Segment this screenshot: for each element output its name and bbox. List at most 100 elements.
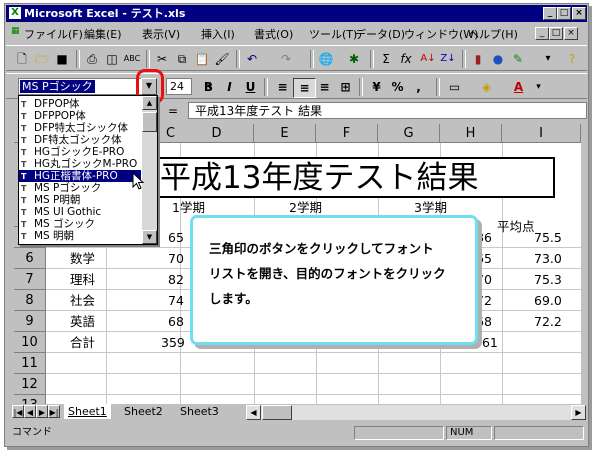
sort-ascending-icon[interactable]: A↓ xyxy=(418,50,438,68)
menu-data[interactable]: データ(D) xyxy=(355,26,405,42)
scroll-up-icon[interactable]: ▲ xyxy=(142,96,157,110)
menu-file[interactable]: ファイル(F) xyxy=(24,26,83,42)
font-size-box[interactable]: 24 xyxy=(166,78,192,95)
row-header-10[interactable]: 10 xyxy=(14,332,46,353)
tab-sheet3[interactable]: Sheet3 xyxy=(176,404,223,419)
font-option[interactable]: T DF特太ゴシック体 xyxy=(19,134,141,146)
merge-center-icon[interactable]: ⊞ xyxy=(335,78,356,96)
row-header-6[interactable]: 6 xyxy=(14,248,46,269)
menu-insert[interactable]: 挿入(I) xyxy=(201,26,235,42)
borders-icon[interactable]: ▭ xyxy=(444,78,465,96)
bold-button[interactable]: B xyxy=(198,78,219,96)
font-option[interactable]: T MS Pゴシック xyxy=(19,182,141,194)
undo-icon[interactable]: ↶ xyxy=(242,50,262,68)
underline-button[interactable]: U xyxy=(240,78,261,96)
font-name-box[interactable]: MS Pゴシック xyxy=(18,78,141,95)
tab-sheet2[interactable]: Sheet2 xyxy=(120,404,167,419)
copy-icon[interactable]: ⧉ xyxy=(172,50,192,68)
column-header-f[interactable]: F xyxy=(316,124,378,143)
cut-icon[interactable]: ✂ xyxy=(152,50,172,68)
currency-icon[interactable]: ¥ xyxy=(366,78,387,96)
horizontal-scrollbar[interactable]: ◀ ▶ xyxy=(246,405,586,420)
spellcheck-icon[interactable]: ABC xyxy=(122,50,142,68)
font-option-selected[interactable]: T HG正楷書体-PRO xyxy=(19,170,141,182)
comma-button[interactable]: , xyxy=(408,78,429,96)
zoom-select[interactable]: ▾ xyxy=(538,50,558,68)
percent-button[interactable]: % xyxy=(387,78,408,96)
doc-minimize-button[interactable]: _ xyxy=(535,27,549,40)
font-option[interactable]: T DFPPOP体 xyxy=(19,110,141,122)
excel-app-icon[interactable]: X xyxy=(9,7,21,19)
drawing-icon[interactable]: ✎ xyxy=(508,50,528,68)
italic-button[interactable]: I xyxy=(219,78,240,96)
column-header-e[interactable]: E xyxy=(254,124,316,143)
align-center-icon[interactable]: ≡ xyxy=(293,78,316,98)
menu-edit[interactable]: 編集(E) xyxy=(84,26,122,42)
row-header-11[interactable]: 11 xyxy=(14,353,46,374)
align-left-icon[interactable]: ≡ xyxy=(272,78,293,96)
font-dropdown-list[interactable]: T DFPOP体 T DFPPOP体 T DFP特太ゴシック体 T DF特太ゴシック体 … xyxy=(18,95,158,245)
row-header-9[interactable]: 9 xyxy=(14,311,46,332)
font-option[interactable]: T MS ゴシック xyxy=(19,218,141,230)
format-painter-icon[interactable]: 🖌 xyxy=(212,50,232,68)
tab-sheet1[interactable]: Sheet1 xyxy=(64,404,111,419)
map-icon[interactable]: ● xyxy=(488,50,508,68)
web-toolbar-icon[interactable]: ✱ xyxy=(344,50,364,68)
hyperlink-icon[interactable]: 🌐 xyxy=(316,50,336,68)
doc-icon[interactable]: ▦ xyxy=(11,26,20,36)
font-list-scrollbar[interactable]: ▲ ▼ xyxy=(142,96,157,244)
function-icon[interactable]: fx xyxy=(396,50,416,68)
office-assistant-icon[interactable]: ? xyxy=(562,50,582,68)
sheet-title-cell[interactable]: 平成13年度テスト結果 xyxy=(148,157,555,198)
font-option[interactable]: T MS UI Gothic xyxy=(19,206,141,218)
paste-icon[interactable]: 📋 xyxy=(192,50,212,68)
fill-color-icon[interactable]: ◈ xyxy=(476,78,497,96)
save-icon[interactable]: ■ xyxy=(52,50,72,68)
next-sheet-icon[interactable]: ▶ xyxy=(36,405,48,418)
sort-descending-icon[interactable]: Z↓ xyxy=(438,50,458,68)
scroll-right-icon[interactable]: ▶ xyxy=(571,405,586,420)
scroll-down-icon[interactable]: ▼ xyxy=(142,230,157,244)
row-header-13[interactable]: 13 xyxy=(14,395,46,404)
autosum-icon[interactable]: Σ xyxy=(376,50,396,68)
new-file-icon[interactable]: 🗋 xyxy=(12,50,32,68)
align-right-icon[interactable]: ≡ xyxy=(314,78,335,96)
redo-icon[interactable]: ↷ xyxy=(276,50,296,68)
row-header-12[interactable]: 12 xyxy=(14,374,46,395)
chart-wizard-icon[interactable]: ▮ xyxy=(468,50,488,68)
first-sheet-icon[interactable]: |◀ xyxy=(12,405,24,418)
print-preview-icon[interactable]: ◫ xyxy=(102,50,122,68)
h-scroll-thumb[interactable] xyxy=(262,405,292,420)
last-sheet-icon[interactable]: ▶| xyxy=(48,405,60,418)
font-color-icon[interactable]: A xyxy=(508,78,529,96)
scroll-thumb[interactable] xyxy=(142,112,157,132)
menu-view[interactable]: 表示(V) xyxy=(142,26,180,42)
font-option[interactable]: T DFPOP体 xyxy=(19,98,141,110)
row-header-7[interactable]: 7 xyxy=(14,269,46,290)
font-option[interactable]: T MS P明朝 xyxy=(19,194,141,206)
doc-close-button[interactable]: × xyxy=(564,27,578,40)
print-icon[interactable]: ⎙ xyxy=(82,50,102,68)
menu-help[interactable]: ヘルプ(H) xyxy=(468,26,518,42)
formula-input[interactable]: 平成13年度テスト 結果 xyxy=(188,102,587,119)
prev-sheet-icon[interactable]: ◀ xyxy=(24,405,36,418)
column-header-h[interactable]: H xyxy=(440,124,502,143)
menu-tools[interactable]: ツール(T) xyxy=(309,26,357,42)
scroll-left-icon[interactable]: ◀ xyxy=(246,405,261,420)
column-header-d[interactable]: D xyxy=(180,124,254,143)
close-button[interactable]: × xyxy=(572,7,586,20)
menu-format[interactable]: 書式(O) xyxy=(254,26,293,42)
row-header-8[interactable]: 8 xyxy=(14,290,46,311)
maximize-button[interactable]: □ xyxy=(557,7,571,20)
doc-restore-button[interactable]: □ xyxy=(549,27,563,40)
font-option[interactable]: T MS 明朝 xyxy=(19,230,141,242)
open-folder-icon[interactable]: 🗁 xyxy=(32,50,52,68)
font-option[interactable]: T DFP特太ゴシック体 xyxy=(19,122,141,134)
formula-equals[interactable]: = xyxy=(168,104,178,118)
font-option[interactable]: T HGゴシックE-PRO xyxy=(19,146,141,158)
column-header-i[interactable]: I xyxy=(502,124,581,143)
column-header-g[interactable]: G xyxy=(378,124,440,143)
minimize-button[interactable]: _ xyxy=(543,7,557,20)
font-color-dropdown[interactable]: ▾ xyxy=(528,78,549,96)
font-option[interactable]: T HG丸ゴシックM-PRO xyxy=(19,158,141,170)
